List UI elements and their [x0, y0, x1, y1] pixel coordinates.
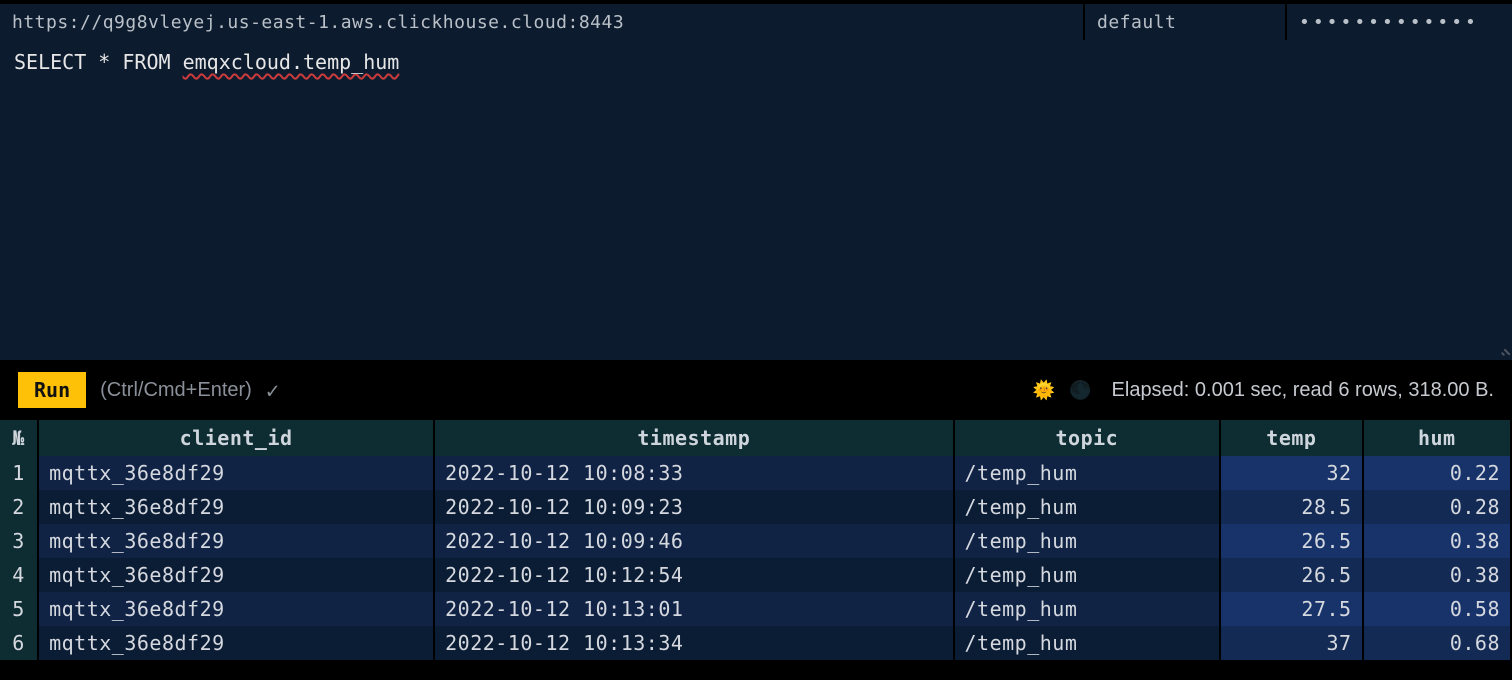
cell-hum: 0.38: [1363, 524, 1511, 558]
username-input[interactable]: [1085, 4, 1285, 40]
resize-handle-icon[interactable]: [1498, 346, 1510, 358]
cell-client_id: mqttx_36e8df29: [38, 558, 434, 592]
rownum-cell: 6: [0, 626, 38, 660]
cell-temp: 26.5: [1220, 558, 1362, 592]
cell-temp: 26.5: [1220, 524, 1362, 558]
cell-temp: 37: [1220, 626, 1362, 660]
cell-topic: /temp_hum: [954, 626, 1221, 660]
col-header-timestamp[interactable]: timestamp: [434, 420, 953, 456]
cell-topic: /temp_hum: [954, 456, 1221, 490]
checkmark-icon: ✓: [266, 379, 279, 404]
url-input[interactable]: [0, 4, 1083, 40]
cell-timestamp: 2022-10-12 10:13:34: [434, 626, 953, 660]
rownum-header: №: [0, 420, 38, 456]
cell-temp: 27.5: [1220, 592, 1362, 626]
cell-temp: 28.5: [1220, 490, 1362, 524]
rownum-cell: 5: [0, 592, 38, 626]
cell-hum: 0.28: [1363, 490, 1511, 524]
moon-icon[interactable]: 🌑: [1069, 380, 1091, 401]
cell-client_id: mqttx_36e8df29: [38, 524, 434, 558]
cell-topic: /temp_hum: [954, 592, 1221, 626]
cell-timestamp: 2022-10-12 10:09:46: [434, 524, 953, 558]
table-row: 4mqttx_36e8df292022-10-12 10:12:54/temp_…: [0, 558, 1511, 592]
cell-client_id: mqttx_36e8df29: [38, 456, 434, 490]
query-editor[interactable]: SELECT * FROM emqxcloud.temp_hum: [0, 40, 1512, 360]
cell-hum: 0.38: [1363, 558, 1511, 592]
query-stats: Elapsed: 0.001 sec, read 6 rows, 318.00 …: [1112, 379, 1494, 402]
col-header-hum[interactable]: hum: [1363, 420, 1511, 456]
cell-timestamp: 2022-10-12 10:13:01: [434, 592, 953, 626]
cell-client_id: mqttx_36e8df29: [38, 626, 434, 660]
rownum-cell: 1: [0, 456, 38, 490]
password-input[interactable]: [1287, 4, 1512, 40]
connection-bar: [0, 0, 1512, 40]
table-row: 2mqttx_36e8df292022-10-12 10:09:23/temp_…: [0, 490, 1511, 524]
query-text: SELECT * FROM emqxcloud.temp_hum: [14, 50, 399, 74]
cell-timestamp: 2022-10-12 10:09:23: [434, 490, 953, 524]
rownum-cell: 4: [0, 558, 38, 592]
cell-temp: 32: [1220, 456, 1362, 490]
table-row: 5mqttx_36e8df292022-10-12 10:13:01/temp_…: [0, 592, 1511, 626]
cell-client_id: mqttx_36e8df29: [38, 592, 434, 626]
table-header-row: № client_id timestamp topic temp hum: [0, 420, 1511, 456]
table-row: 1mqttx_36e8df292022-10-12 10:08:33/temp_…: [0, 456, 1511, 490]
cell-hum: 0.58: [1363, 592, 1511, 626]
action-bar: Run (Ctrl/Cmd+Enter) ✓ 🌞 🌑 Elapsed: 0.00…: [0, 360, 1512, 420]
cell-topic: /temp_hum: [954, 490, 1221, 524]
table-row: 3mqttx_36e8df292022-10-12 10:09:46/temp_…: [0, 524, 1511, 558]
col-header-topic[interactable]: topic: [954, 420, 1221, 456]
col-header-client_id[interactable]: client_id: [38, 420, 434, 456]
col-header-temp[interactable]: temp: [1220, 420, 1362, 456]
run-shortcut-hint: (Ctrl/Cmd+Enter): [100, 379, 252, 402]
results-table: № client_id timestamp topic temp hum 1mq…: [0, 420, 1512, 660]
rownum-cell: 3: [0, 524, 38, 558]
sun-icon[interactable]: 🌞: [1033, 380, 1055, 401]
cell-topic: /temp_hum: [954, 558, 1221, 592]
run-button[interactable]: Run: [18, 372, 86, 408]
rownum-cell: 2: [0, 490, 38, 524]
cell-hum: 0.22: [1363, 456, 1511, 490]
cell-topic: /temp_hum: [954, 524, 1221, 558]
cell-timestamp: 2022-10-12 10:08:33: [434, 456, 953, 490]
table-row: 6mqttx_36e8df292022-10-12 10:13:34/temp_…: [0, 626, 1511, 660]
cell-timestamp: 2022-10-12 10:12:54: [434, 558, 953, 592]
cell-hum: 0.68: [1363, 626, 1511, 660]
cell-client_id: mqttx_36e8df29: [38, 490, 434, 524]
